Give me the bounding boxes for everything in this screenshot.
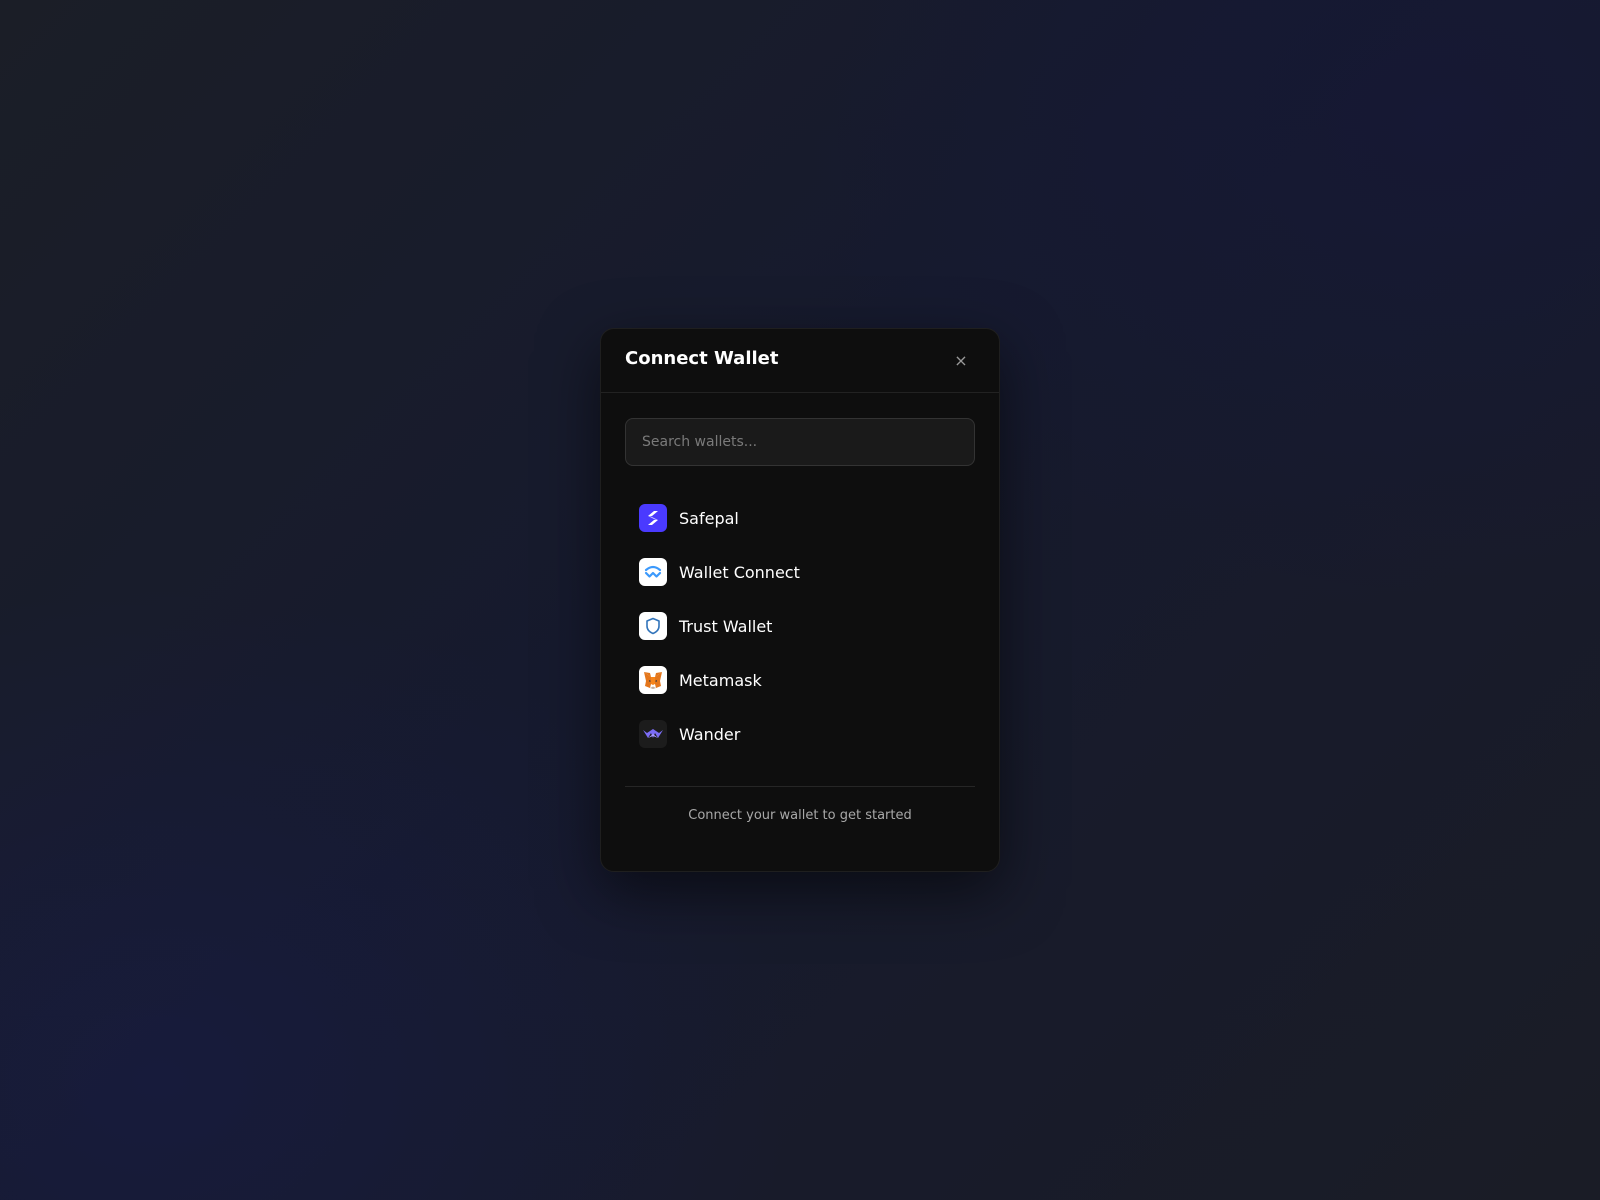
search-container — [625, 418, 975, 466]
close-button[interactable]: × — [949, 349, 973, 373]
walletconnect-icon — [639, 558, 667, 586]
connect-wallet-modal: Connect Wallet × Safepal — [600, 328, 1000, 872]
safepal-icon — [639, 504, 667, 532]
wallet-label: Wallet Connect — [679, 562, 800, 582]
wallet-label: Trust Wallet — [679, 616, 773, 636]
search-input[interactable] — [625, 418, 975, 466]
wallet-label: Safepal — [679, 508, 739, 528]
trust-wallet-shield-icon — [639, 612, 667, 640]
metamask-fox-icon — [639, 666, 667, 694]
modal-title: Connect Wallet — [625, 348, 779, 369]
wallet-item-wallet-connect[interactable]: Wallet Connect — [625, 545, 975, 599]
wallet-item-wander[interactable]: Wander — [625, 707, 975, 761]
wallet-item-metamask[interactable]: Metamask — [625, 653, 975, 707]
divider — [625, 786, 975, 787]
wallet-item-trust-wallet[interactable]: Trust Wallet — [625, 599, 975, 653]
modal-header: Connect Wallet × — [601, 329, 999, 393]
wallet-label: Wander — [679, 724, 741, 744]
footer-text: Connect your wallet to get started — [688, 808, 912, 823]
wallet-label: Metamask — [679, 670, 762, 690]
wallet-list: Safepal Wallet Connect Trust Wallet Meta… — [625, 491, 975, 761]
wander-icon — [639, 720, 667, 748]
wallet-item-safepal[interactable]: Safepal — [625, 491, 975, 545]
